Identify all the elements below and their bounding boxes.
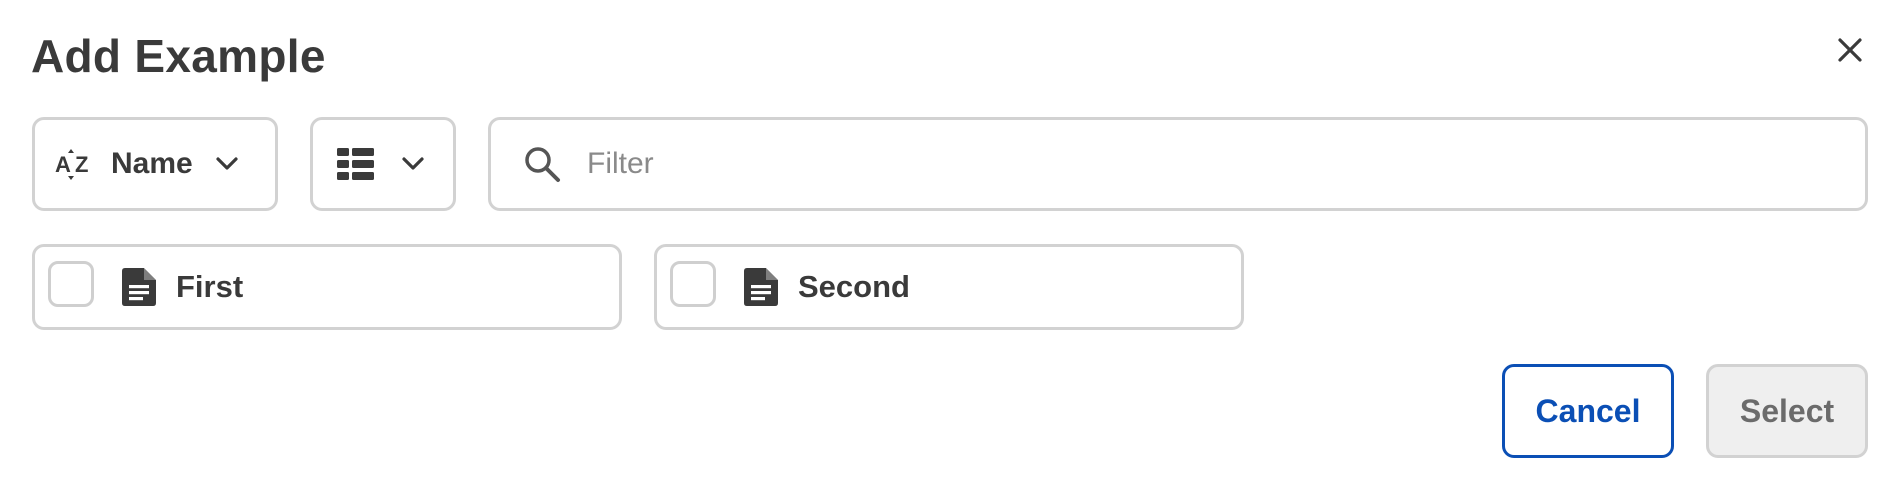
svg-text:A: A	[55, 152, 71, 177]
item-checkbox[interactable]	[670, 261, 716, 307]
close-button[interactable]	[1830, 30, 1870, 70]
close-icon	[1838, 38, 1862, 62]
svg-text:Z: Z	[75, 152, 88, 177]
grid-view-icon	[337, 148, 374, 180]
add-example-dialog: Add Example A Z Name Filter First Second…	[0, 0, 1900, 490]
item-label: Second	[798, 269, 910, 304]
item-label: First	[176, 269, 244, 304]
sort-alpha-icon: A Z	[55, 149, 88, 180]
select-button[interactable]: Select	[1706, 364, 1868, 458]
document-icon	[122, 268, 156, 306]
sort-dropdown[interactable]: A Z Name	[32, 117, 278, 211]
list-item-first[interactable]: First	[32, 244, 622, 330]
list-item-second[interactable]: Second	[654, 244, 1244, 330]
search-icon	[525, 147, 560, 182]
view-mode-dropdown[interactable]	[310, 117, 456, 211]
chevron-down-icon	[216, 157, 238, 170]
sort-label: Name	[111, 147, 193, 180]
item-checkbox[interactable]	[48, 261, 94, 307]
filter-field[interactable]	[488, 117, 1868, 211]
filter-input[interactable]	[585, 146, 1789, 182]
chevron-down-icon	[402, 157, 424, 170]
dialog-title: Add Example	[31, 30, 326, 82]
cancel-button[interactable]: Cancel	[1502, 364, 1674, 458]
document-icon	[744, 268, 778, 306]
